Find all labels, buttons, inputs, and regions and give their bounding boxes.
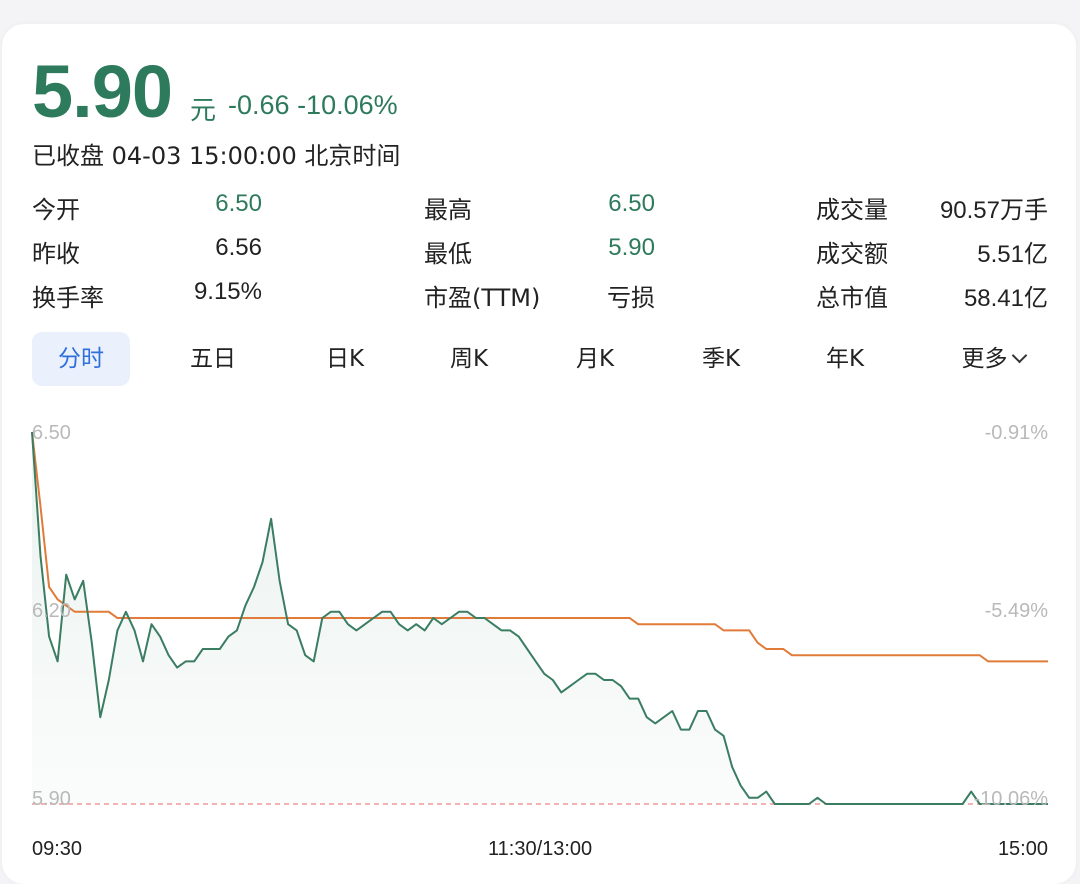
period-tabs: 分时 五日 日K 周K 月K 季K 年K 更多 [32, 332, 1052, 386]
stat-label-high: 最高 [424, 196, 472, 224]
change-amount: -0.66 [228, 90, 290, 120]
stat-value-open: 6.50 [215, 190, 262, 217]
stat-label-turnover: 成交额 [816, 240, 888, 268]
stat-value-volume: 90.57万手 [939, 197, 1048, 224]
stat-value-high: 6.50 [608, 190, 655, 217]
y-tick-right-mid: -5.49% [984, 600, 1048, 622]
stat-value-low: 5.90 [608, 234, 655, 261]
x-tick-midday: 11:30/13:00 [488, 838, 593, 860]
average-price-line [31, 431, 1048, 663]
stat-label-prev-close: 昨收 [32, 240, 80, 268]
y-tick-left-mid: 6.20 [32, 600, 71, 622]
tab-daily-k[interactable]: 日K [296, 332, 394, 386]
intraday-chart-svg [31, 431, 1048, 805]
stat-label-low: 最低 [424, 240, 472, 268]
price-change: -0.66 -10.06% [228, 90, 398, 121]
tab-quarterly-k[interactable]: 季K [672, 332, 770, 386]
stat-value-turnover-rate: 9.15% [193, 278, 262, 305]
tab-five-day[interactable]: 五日 [164, 332, 262, 386]
change-percent: -10.06% [297, 90, 398, 120]
current-price: 5.90 [32, 50, 173, 133]
stat-value-market-cap: 58.41亿 [963, 285, 1048, 312]
market-status: 已收盘 04-03 15:00:00 北京时间 [32, 142, 401, 170]
stat-label-open: 今开 [32, 196, 80, 224]
tab-yearly-k[interactable]: 年K [796, 332, 894, 386]
tab-monthly-k[interactable]: 月K [546, 332, 644, 386]
tab-more-label: 更多 [961, 346, 1008, 372]
y-tick-right-bottom: -10.06% [973, 788, 1049, 810]
price-unit: 元 [190, 96, 217, 126]
stat-value-pe: 亏损 [607, 285, 655, 312]
stat-label-market-cap: 总市值 [816, 284, 888, 312]
tab-intraday[interactable]: 分时 [32, 332, 130, 386]
stat-label-volume: 成交量 [816, 196, 888, 224]
stat-label-pe: 市盈(TTM) [424, 284, 541, 312]
tab-more[interactable]: 更多 [934, 332, 1052, 386]
x-tick-open: 09:30 [32, 838, 83, 860]
intraday-chart[interactable]: 6.50 6.20 5.90 -0.91% -5.49% -10.06% [0, 410, 1080, 824]
stat-label-turnover-rate: 换手率 [32, 284, 104, 312]
stat-value-prev-close: 6.56 [215, 234, 262, 261]
y-tick-right-top: -0.91% [984, 422, 1048, 444]
y-tick-left-bottom: 5.90 [32, 788, 71, 810]
stat-value-turnover: 5.51亿 [977, 241, 1048, 268]
tab-weekly-k[interactable]: 周K [420, 332, 518, 386]
y-tick-left-top: 6.50 [32, 422, 71, 444]
chevron-down-icon [1011, 347, 1027, 364]
x-tick-close: 15:00 [997, 838, 1048, 860]
